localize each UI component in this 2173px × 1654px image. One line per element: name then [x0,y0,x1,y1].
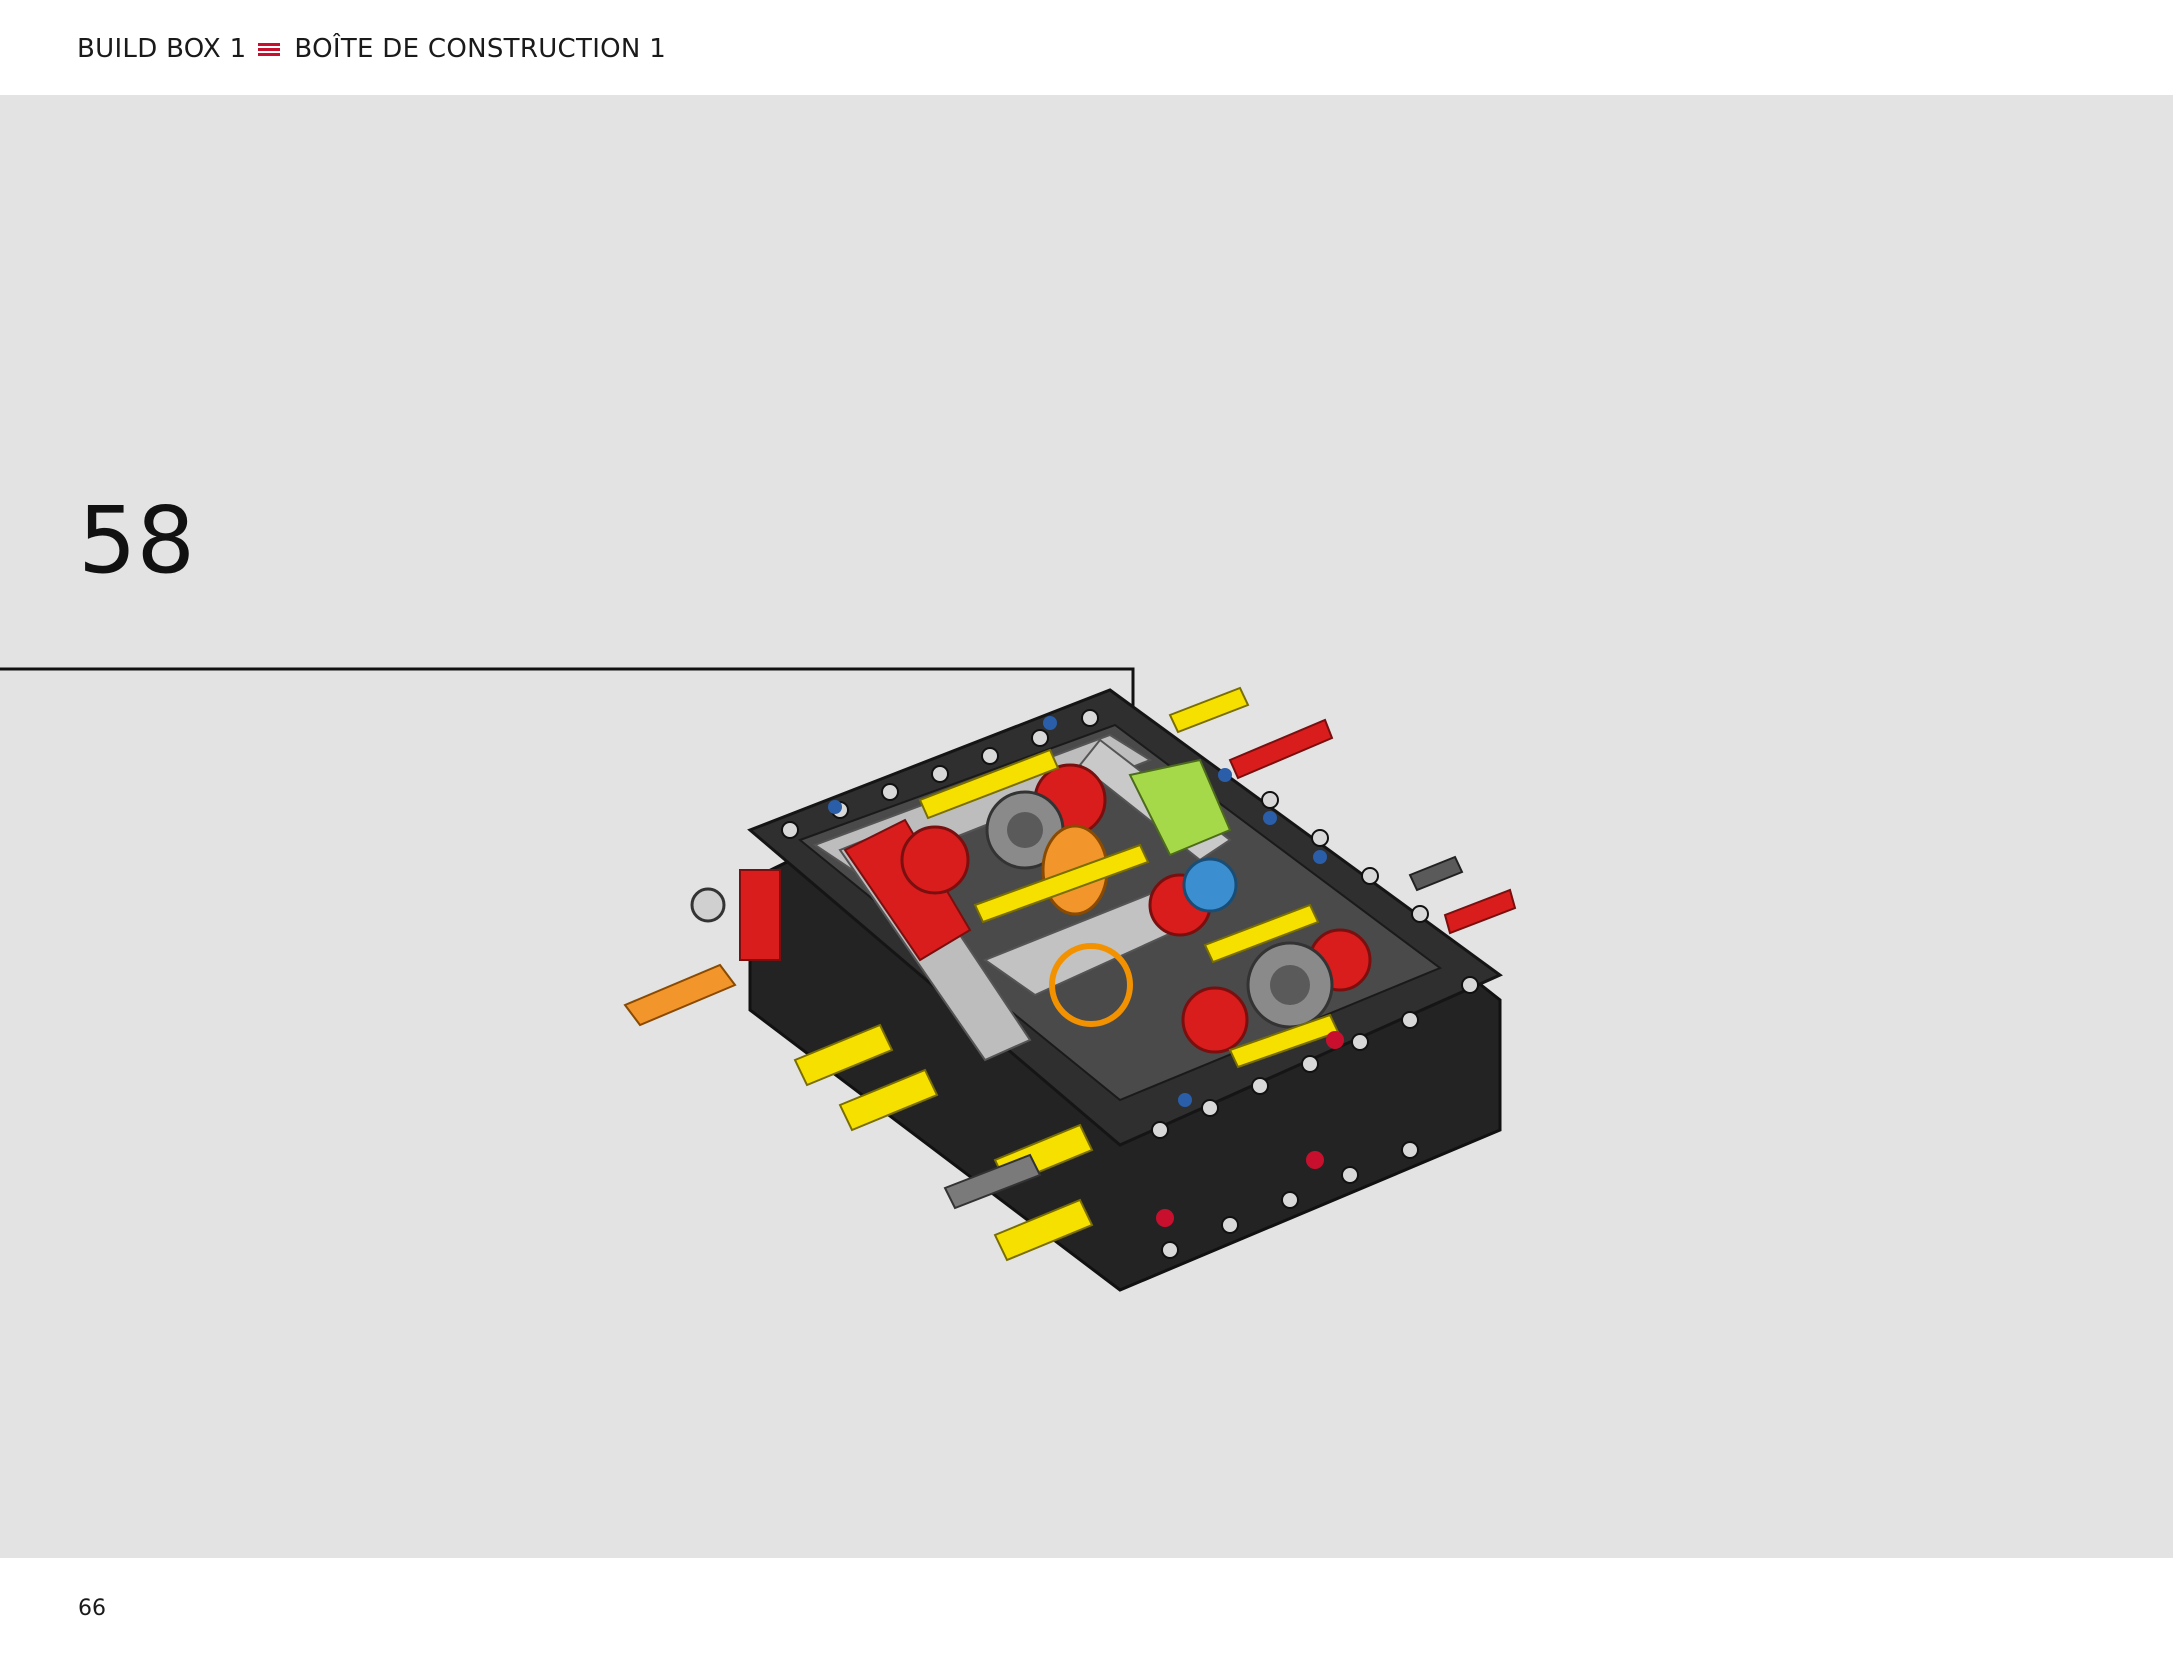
page-number: 66 [78,1596,106,1621]
gearbox-model [623,686,1517,1292]
page-footer: 66 [0,1558,2173,1654]
model-illustration [0,667,1517,1292]
